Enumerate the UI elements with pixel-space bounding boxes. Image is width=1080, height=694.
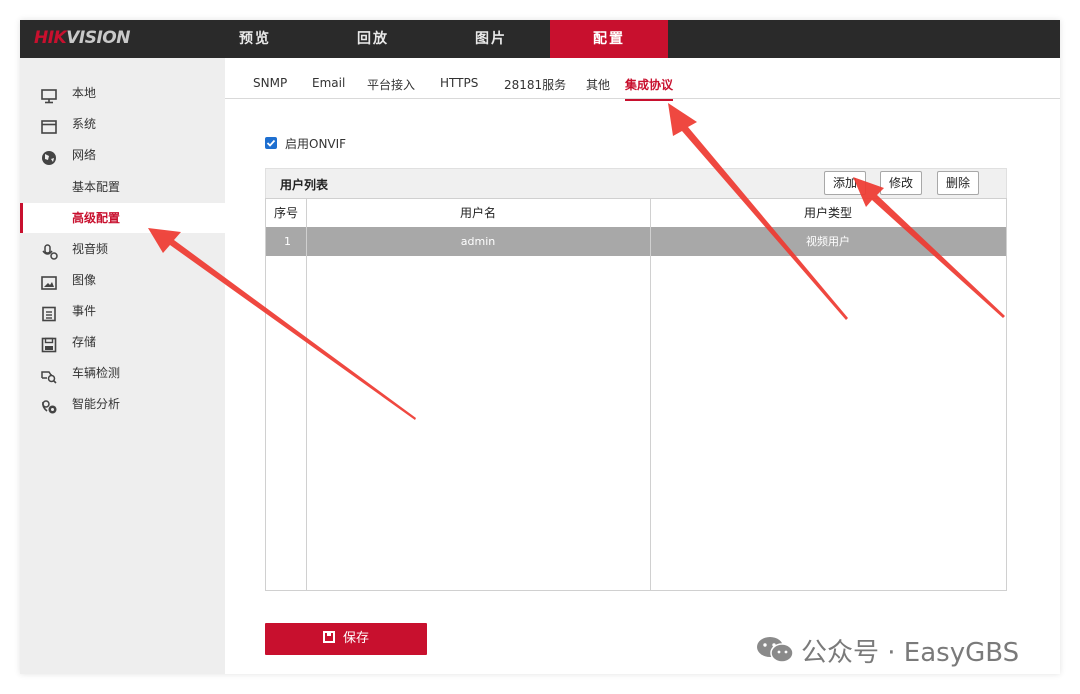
cell-user-type: 视频用户 <box>806 235 850 248</box>
sidebar: 本地 系统 网络 基本配置 高级配置 视音频 图像 事件 存储 车辆检测 智能分… <box>20 58 225 674</box>
sidebar-item-storage[interactable]: 存储 <box>20 327 225 357</box>
logo-red-text: HIK <box>34 28 67 48</box>
user-list-title: 用户列表 <box>280 178 329 192</box>
sidebar-item-label: 基本配置 <box>72 180 121 194</box>
column-divider <box>650 199 651 590</box>
enable-onvif-checkbox[interactable] <box>265 137 277 149</box>
sidebar-item-smart-analysis[interactable]: 智能分析 <box>20 389 225 419</box>
sidebar-item-label: 车辆检测 <box>72 366 121 380</box>
monitor-icon <box>40 85 58 104</box>
sidebar-item-vehicle-detection[interactable]: 车辆检测 <box>20 358 225 388</box>
column-header-index: 序号 <box>273 206 298 220</box>
sidebar-item-network[interactable]: 网络 <box>20 140 225 170</box>
watermark-text: 公众号 · EasyGBS <box>801 638 1020 668</box>
cell-index: 1 <box>284 235 291 248</box>
column-header-username: 用户名 <box>459 206 496 220</box>
table-row[interactable]: 1 admin 视频用户 <box>266 227 1006 256</box>
sidebar-item-label: 图像 <box>72 273 97 287</box>
sidebar-item-label: 存储 <box>72 335 97 349</box>
table-header: 序号 用户名 用户类型 <box>266 199 1006 228</box>
tab-other[interactable]: 其他 <box>586 76 610 99</box>
tab-email[interactable]: Email <box>312 76 345 96</box>
floppy-disk-icon <box>322 631 335 643</box>
tab-integration-protocol[interactable]: 集成协议 <box>625 76 674 101</box>
sidebar-item-image[interactable]: 图像 <box>20 265 225 295</box>
event-list-icon <box>40 303 58 322</box>
sidebar-item-video-audio[interactable]: 视音频 <box>20 234 225 264</box>
sidebar-item-label: 本地 <box>72 86 97 100</box>
tab-snmp[interactable]: SNMP <box>253 76 287 96</box>
sidebar-item-label: 网络 <box>72 148 97 162</box>
tab-bar: SNMP Email 平台接入 HTTPS 28181服务 其他 集成协议 <box>225 58 1060 101</box>
top-nav-playback[interactable]: 回放 <box>314 20 432 58</box>
add-user-button[interactable]: 添加 <box>824 171 867 195</box>
edit-user-button[interactable]: 修改 <box>880 171 923 195</box>
hikvision-logo: HIKVISION <box>34 28 130 48</box>
cell-username: admin <box>460 235 496 248</box>
user-list-toolbar: 用户列表 添加 修改 删除 <box>265 168 1007 200</box>
sidebar-item-system[interactable]: 系统 <box>20 109 225 139</box>
top-nav-picture[interactable]: 图片 <box>432 20 550 58</box>
microphone-icon <box>40 241 58 260</box>
delete-user-button[interactable]: 删除 <box>937 171 980 195</box>
checkmark-icon <box>266 139 276 147</box>
tab-https[interactable]: HTTPS <box>440 76 478 96</box>
image-icon <box>40 272 58 290</box>
save-button[interactable]: 保存 <box>265 623 427 655</box>
user-table: 序号 用户名 用户类型 1 admin 视频用户 <box>265 198 1007 591</box>
enable-onvif-label: 启用ONVIF <box>285 137 347 151</box>
watermark: 公众号 · EasyGBS <box>755 632 1019 672</box>
tab-28181-service[interactable]: 28181服务 <box>504 76 566 99</box>
main-panel: SNMP Email 平台接入 HTTPS 28181服务 其他 集成协议 启用… <box>225 58 1060 674</box>
sidebar-item-label: 高级配置 <box>72 211 121 225</box>
top-nav-configuration[interactable]: 配置 <box>550 20 668 58</box>
sidebar-item-advanced-config[interactable]: 高级配置 <box>20 203 225 233</box>
smart-analysis-icon <box>40 396 58 414</box>
system-window-icon <box>40 116 58 134</box>
top-bar: HIKVISION 预览 回放 图片 配置 <box>20 20 1060 58</box>
sidebar-item-local[interactable]: 本地 <box>20 78 225 108</box>
tab-platform-access[interactable]: 平台接入 <box>367 76 415 99</box>
column-divider <box>306 199 307 590</box>
sidebar-item-label: 系统 <box>72 117 97 131</box>
globe-icon <box>40 147 58 165</box>
top-nav: 预览 回放 图片 配置 <box>196 20 668 58</box>
logo-gray-text: VISION <box>66 28 130 48</box>
column-header-user-type: 用户类型 <box>803 206 852 220</box>
sidebar-item-basic-config[interactable]: 基本配置 <box>20 172 225 202</box>
sidebar-item-label: 智能分析 <box>72 397 121 411</box>
sidebar-item-label: 事件 <box>72 304 97 318</box>
storage-icon <box>40 334 58 353</box>
app-window: HIKVISION 预览 回放 图片 配置 本地 系统 网络 基本配置 高级配置… <box>20 20 1060 674</box>
save-button-label: 保存 <box>342 631 369 646</box>
sidebar-item-event[interactable]: 事件 <box>20 296 225 326</box>
top-nav-preview[interactable]: 预览 <box>196 20 314 58</box>
vehicle-detect-icon <box>40 365 58 384</box>
sidebar-item-label: 视音频 <box>72 242 109 256</box>
wechat-icon <box>755 635 795 672</box>
